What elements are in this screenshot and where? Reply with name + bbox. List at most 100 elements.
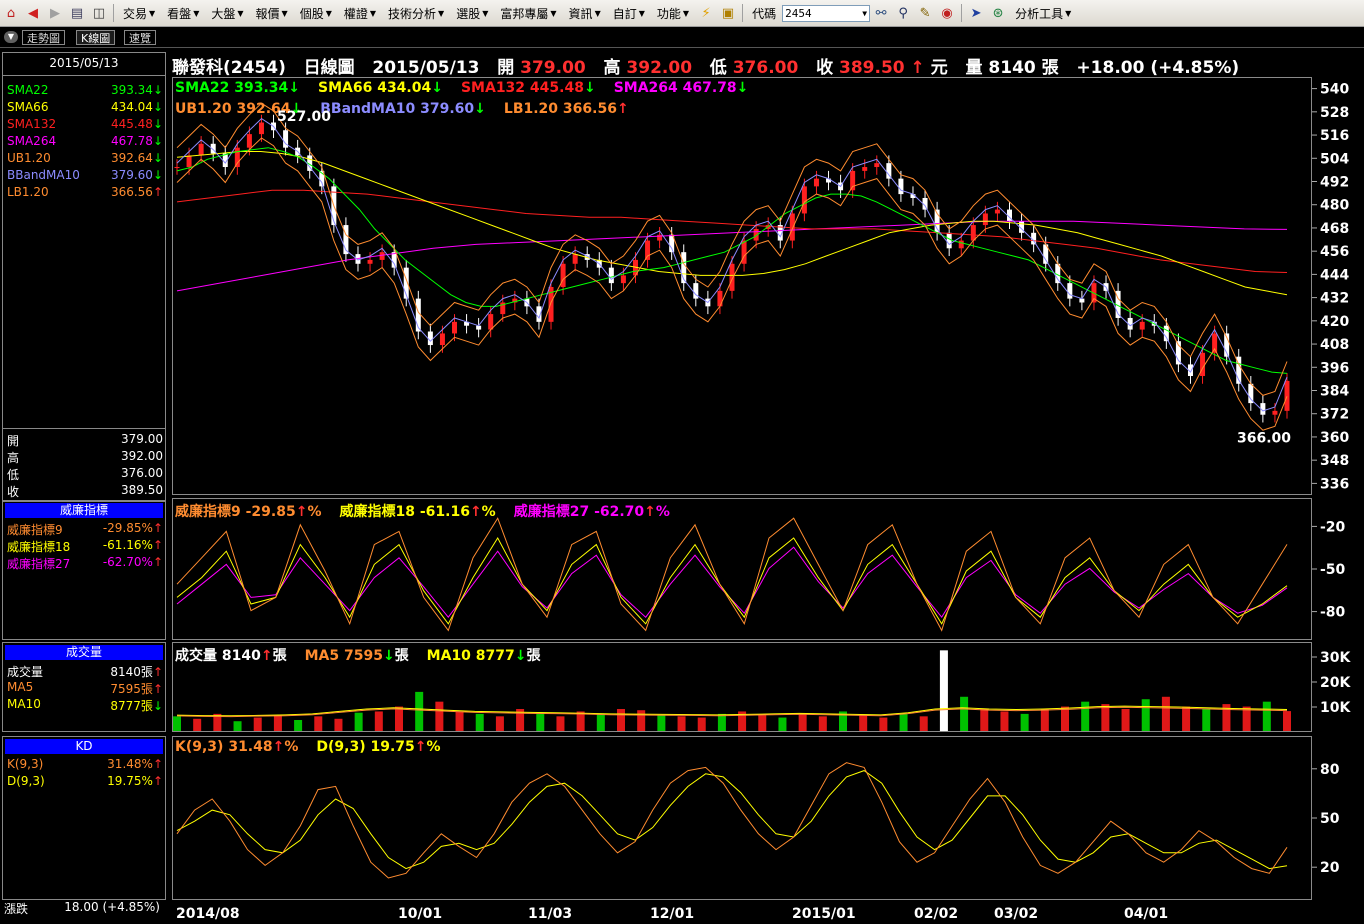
side-row: 低 376.00 — [7, 466, 163, 482]
stock-code-combobox[interactable]: 2454 ▼ — [782, 4, 871, 22]
collapse-icon[interactable]: ▼ — [4, 31, 18, 43]
side-row-label: SMA132 — [7, 117, 57, 131]
open-label: 開 — [497, 58, 515, 78]
header-date: 2015/05/13 — [372, 58, 480, 78]
candle-body — [572, 254, 578, 264]
back-icon[interactable]: ◀ — [23, 3, 43, 23]
stock-code-value: 2454 — [785, 6, 812, 20]
menu-arrow-icon: ▼ — [550, 8, 557, 18]
side-row-label: 成交量 — [7, 665, 44, 679]
notepad-icon[interactable]: ▣ — [718, 3, 738, 23]
up-arrow-icon: ↑ — [152, 538, 163, 552]
tools-icon[interactable]: ✎ — [915, 3, 935, 23]
candle-body — [645, 240, 651, 260]
side-row: LB1.20 366.56↑ — [7, 185, 163, 201]
volume-bar — [374, 711, 383, 731]
tab-kline[interactable]: K線圖 — [76, 30, 116, 45]
menu-item-7[interactable]: 選股 ▼ — [450, 5, 494, 22]
volume-panel[interactable]: 成交量 8140↑張 MA5 7595↓張 MA10 8777↓張 — [172, 642, 1312, 732]
williams-panel[interactable]: 威廉指標9 -29.85↑% 威廉指標18 -61.16↑% 威廉指標27 -62.… — [172, 498, 1312, 640]
pointer-icon[interactable]: ➤ — [966, 3, 986, 23]
low-label: 低 — [709, 58, 727, 78]
chevron-down-icon[interactable]: ▼ — [862, 9, 867, 18]
volume-bar — [899, 713, 908, 731]
volume-axis: 30K 20K 10K — [1312, 650, 1351, 716]
menu-item-9[interactable]: 資訊 ▼ — [563, 5, 607, 22]
axis-tick-label: 516 — [1320, 128, 1349, 144]
side-row: 威廉指標27 -62.70%↑ — [7, 555, 163, 571]
menu-label: 富邦專屬 — [500, 6, 549, 21]
x-axis-label: 2014/08 — [176, 906, 240, 922]
volume-bar — [1283, 711, 1291, 731]
side-row: 高 392.00 — [7, 449, 163, 465]
menu-item-6[interactable]: 技術分析 ▼ — [382, 5, 450, 22]
side-row: K(9,3) 31.48%↑ — [7, 757, 163, 773]
axis-tick-label: 420 — [1320, 314, 1349, 330]
print-icon[interactable]: ▤ — [67, 3, 87, 23]
price-info-box: 2015/05/13 SMA22 393.34↓ SMA66 434.04↓ SMA13… — [2, 52, 166, 502]
lightning-icon[interactable]: ⚡ — [696, 3, 716, 23]
candle-body — [898, 178, 904, 195]
candle-body — [801, 186, 807, 214]
price-panel[interactable]: SMA22 393.34↓ SMA66 434.04↓ SMA132 445.48↓… — [172, 77, 1312, 495]
candle-body — [994, 209, 1000, 214]
candle-body — [1272, 410, 1278, 415]
forward-icon[interactable]: ▶ — [45, 3, 65, 23]
menu-item-3[interactable]: 報價 ▼ — [250, 5, 294, 22]
search-icon[interactable]: ⚲ — [893, 3, 913, 23]
menu-label: 資訊 — [568, 6, 593, 21]
axis-tick-label: 456 — [1320, 244, 1349, 260]
down-arrow-icon: ↓ — [152, 699, 163, 713]
tab-bar: ▼ 走勢圖 K線圖 速覽 — [0, 27, 1364, 48]
tab-overview[interactable]: 速覽 — [124, 30, 156, 45]
axis-tick-label: 480 — [1320, 198, 1349, 214]
candle-body — [439, 333, 445, 346]
side-row-label: LB1.20 — [7, 185, 49, 199]
side-row-value-wrap: 392.64↓ — [111, 151, 163, 165]
side-row-label: 威廉指標27 — [7, 557, 71, 571]
side-row-value: 445.48 — [110, 117, 153, 131]
volume-bar — [677, 716, 686, 731]
up-arrow-icon: ↑ — [152, 555, 163, 569]
alert-icon[interactable]: ◉ — [937, 3, 957, 23]
home-icon[interactable]: ⌂ — [1, 3, 21, 23]
side-row-value: 366.56 — [110, 185, 153, 199]
menu-item-10[interactable]: 自訂 ▼ — [607, 5, 651, 22]
menu-item-4[interactable]: 個股 ▼ — [294, 5, 338, 22]
change-row: 漲跌 18.00 (+4.85%) — [4, 900, 160, 916]
analysis-icon[interactable]: ⊛ — [988, 3, 1008, 23]
window-icon[interactable]: ◫ — [89, 3, 109, 23]
binoculars-icon[interactable]: ⚯ — [871, 3, 891, 23]
side-row-label: BBandMA10 — [7, 168, 80, 182]
side-row-label: 威廉指標9 — [7, 523, 63, 537]
side-row-label: MA10 — [7, 697, 41, 711]
side-row: MA5 7595張↑ — [7, 680, 163, 696]
x-axis-label: 04/01 — [1124, 906, 1169, 922]
menu-item-1[interactable]: 看盤 ▼ — [161, 5, 205, 22]
menu-item-2[interactable]: 大盤 ▼ — [205, 5, 249, 22]
tab-intraday[interactable]: 走勢圖 — [22, 30, 65, 45]
side-row-value: 392.64 — [110, 151, 153, 165]
menu-item-5[interactable]: 權證 ▼ — [338, 5, 382, 22]
side-row-value: 19.75% — [107, 774, 153, 788]
candle-body — [608, 267, 614, 284]
side-row-label: 高 — [7, 451, 20, 465]
analysis-tools-menu[interactable]: 分析工具 ▼ — [1009, 5, 1077, 22]
williams-title: 威廉指標 — [5, 503, 163, 518]
toolbar-separator — [742, 4, 744, 22]
candle-body — [1067, 283, 1073, 299]
axis-tick-label: 360 — [1320, 430, 1349, 446]
price-chart: 527.00 366.00 — [174, 102, 1291, 446]
menu-item-11[interactable]: 功能 ▼ — [651, 5, 695, 22]
volume-bar — [596, 713, 605, 731]
volume-bar — [314, 716, 323, 731]
side-row-value: 8777張 — [110, 699, 153, 713]
kd-panel[interactable]: K(9,3) 31.48↑% D(9,3) 19.75↑% — [172, 736, 1312, 900]
volume-bar — [717, 713, 726, 731]
up-arrow-icon: ↑ — [152, 682, 163, 696]
menu-item-8[interactable]: 富邦專屬 ▼ — [494, 5, 562, 22]
menu-item-0[interactable]: 交易 ▼ — [117, 5, 161, 22]
side-row-value: -61.16% — [102, 538, 153, 552]
williams9-line — [176, 517, 1288, 632]
volume-bar — [798, 713, 807, 731]
